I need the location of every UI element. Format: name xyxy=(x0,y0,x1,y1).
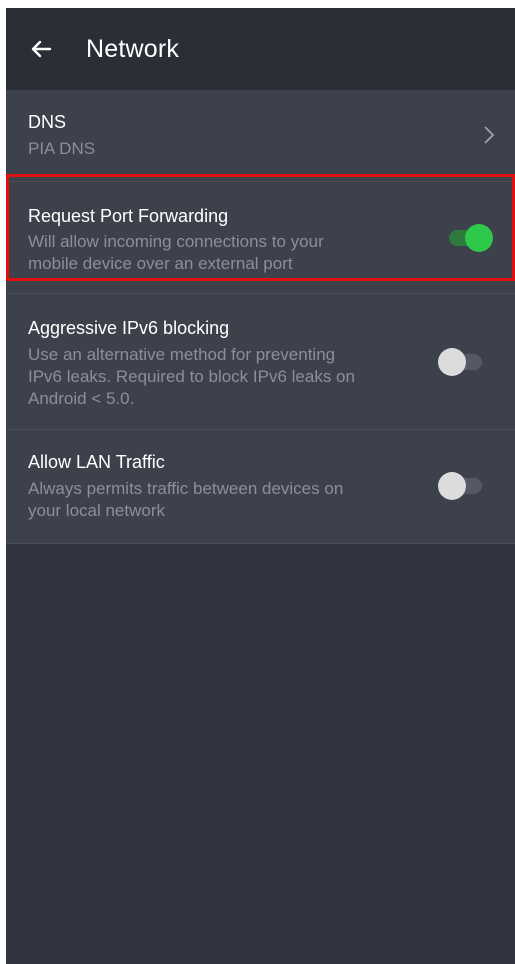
lan-traffic-desc-line2: your local network xyxy=(28,501,166,520)
setting-port-forwarding[interactable]: Request Port Forwarding Will allow incom… xyxy=(6,182,515,294)
settings-list: DNS PIA DNS Request Port Forwarding Will… xyxy=(6,90,515,544)
chevron-right-icon xyxy=(484,126,495,144)
ipv6-blocking-desc-line3: Android < 5.0. xyxy=(28,389,135,408)
ipv6-blocking-desc-line2: IPv6 leaks. Required to block IPv6 leaks… xyxy=(28,367,355,386)
ipv6-blocking-title: Aggressive IPv6 blocking xyxy=(28,318,230,338)
app-bar: Network xyxy=(6,8,515,90)
page-title: Network xyxy=(86,34,180,63)
lan-traffic-toggle[interactable] xyxy=(438,471,484,501)
setting-dns[interactable]: DNS PIA DNS xyxy=(6,90,515,182)
toggle-knob xyxy=(438,472,466,500)
ipv6-blocking-toggle[interactable] xyxy=(438,347,484,377)
network-settings-screen: Network DNS PIA DNS Request Port Forward… xyxy=(6,8,515,964)
lan-traffic-title: Allow LAN Traffic xyxy=(28,452,165,472)
port-forwarding-desc-line1: Will allow incoming connections to your xyxy=(28,232,324,251)
setting-lan-traffic[interactable]: Allow LAN Traffic Always permits traffic… xyxy=(6,430,515,544)
arrow-left-icon[interactable] xyxy=(28,36,54,62)
dns-value: PIA DNS xyxy=(28,139,96,158)
port-forwarding-toggle[interactable] xyxy=(447,223,493,253)
dns-title: DNS xyxy=(28,112,67,132)
lan-traffic-desc-line1: Always permits traffic between devices o… xyxy=(28,479,344,498)
toggle-knob xyxy=(438,348,466,376)
port-forwarding-title: Request Port Forwarding xyxy=(28,206,229,226)
setting-ipv6-blocking[interactable]: Aggressive IPv6 blocking Use an alternat… xyxy=(6,294,515,430)
toggle-knob xyxy=(465,224,493,252)
port-forwarding-desc-line2: mobile device over an external port xyxy=(28,254,293,273)
ipv6-blocking-desc-line1: Use an alternative method for preventing xyxy=(28,345,336,364)
